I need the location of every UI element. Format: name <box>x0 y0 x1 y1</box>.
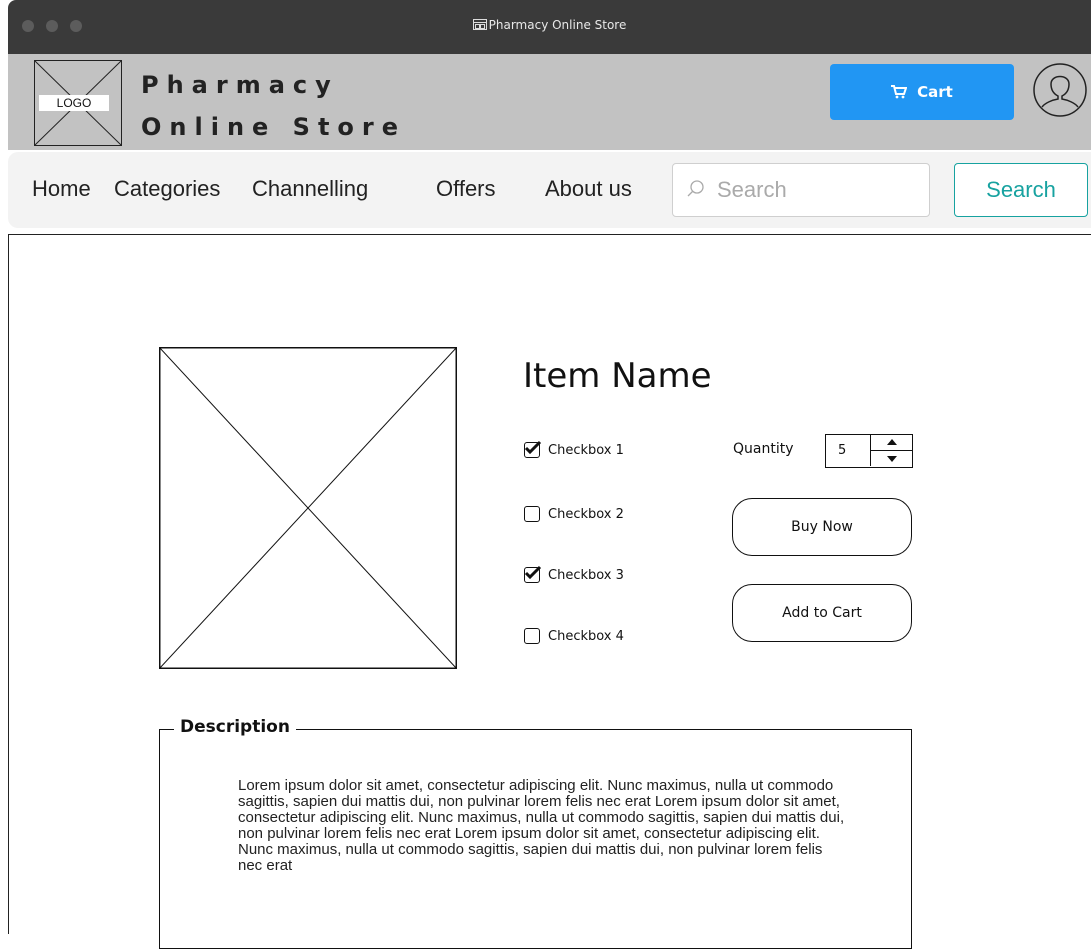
search-icon <box>687 180 704 197</box>
description-text: Lorem ipsum dolor sit amet, consectetur … <box>238 777 845 874</box>
description-box: Description Lorem ipsum dolor sit amet, … <box>159 717 912 949</box>
checkbox-1-label: Checkbox 1 <box>548 442 624 458</box>
window-titlebar: Pharmacy Online Store <box>8 0 1091 54</box>
search-input[interactable] <box>715 174 919 206</box>
brand-line-1: Pharmacy <box>141 71 339 99</box>
quantity-stepper[interactable]: 5 <box>825 434 913 468</box>
checkmark-icon <box>524 565 542 580</box>
cart-label: Cart <box>917 83 953 101</box>
site-header: LOGO Pharmacy Online Store Cart <box>8 54 1091 150</box>
description-legend: Description <box>174 717 296 737</box>
checkbox-3-box[interactable] <box>524 565 542 583</box>
cart-button[interactable]: Cart <box>830 64 1014 120</box>
quantity-increment-button[interactable] <box>871 435 913 451</box>
logo-label: LOGO <box>39 95 109 111</box>
nav-item-channelling[interactable]: Channelling <box>252 176 368 202</box>
checkbox-2[interactable]: Checkbox 2 <box>524 506 624 522</box>
add-to-cart-button[interactable]: Add to Cart <box>732 584 912 642</box>
checkbox-4-label: Checkbox 4 <box>548 628 624 644</box>
item-name: Item Name <box>523 356 712 396</box>
nav-item-offers[interactable]: Offers <box>436 176 496 202</box>
product-image-placeholder-icon <box>159 347 457 669</box>
nav-item-home[interactable]: Home <box>32 176 91 202</box>
checkbox-2-box[interactable] <box>524 506 540 522</box>
checkbox-3-label: Checkbox 3 <box>548 567 624 583</box>
checkbox-2-label: Checkbox 2 <box>548 506 624 522</box>
checkbox-4[interactable]: Checkbox 4 <box>524 628 624 644</box>
user-avatar-icon[interactable] <box>1032 62 1088 118</box>
buy-now-button[interactable]: Buy Now <box>732 498 912 556</box>
window-icon <box>472 19 487 30</box>
caret-up-icon <box>887 439 897 445</box>
nav-item-categories[interactable]: Categories <box>114 176 220 202</box>
main-nav: Home Categories Channelling Offers About… <box>8 152 1091 228</box>
cart-icon <box>891 85 908 99</box>
quantity-value[interactable]: 5 <box>838 443 846 458</box>
search-button[interactable]: Search <box>954 163 1088 217</box>
checkbox-1[interactable]: Checkbox 1 <box>524 440 624 458</box>
window-title-text: Pharmacy Online Store <box>488 18 627 32</box>
checkbox-3[interactable]: Checkbox 3 <box>524 565 624 583</box>
logo[interactable]: LOGO <box>34 60 122 146</box>
quantity-arrows <box>870 435 913 466</box>
search-field[interactable] <box>672 163 930 217</box>
quantity-decrement-button[interactable] <box>871 451 913 466</box>
brand-name: Pharmacy Online Store <box>141 64 406 148</box>
caret-down-icon <box>887 456 897 462</box>
window-title: Pharmacy Online Store <box>8 18 1091 32</box>
brand-line-2: Online Store <box>141 113 407 141</box>
checkbox-1-box[interactable] <box>524 440 542 458</box>
checkbox-4-box[interactable] <box>524 628 540 644</box>
quantity-label: Quantity <box>733 441 794 457</box>
nav-item-about-us[interactable]: About us <box>545 176 632 202</box>
checkmark-icon <box>524 440 542 455</box>
